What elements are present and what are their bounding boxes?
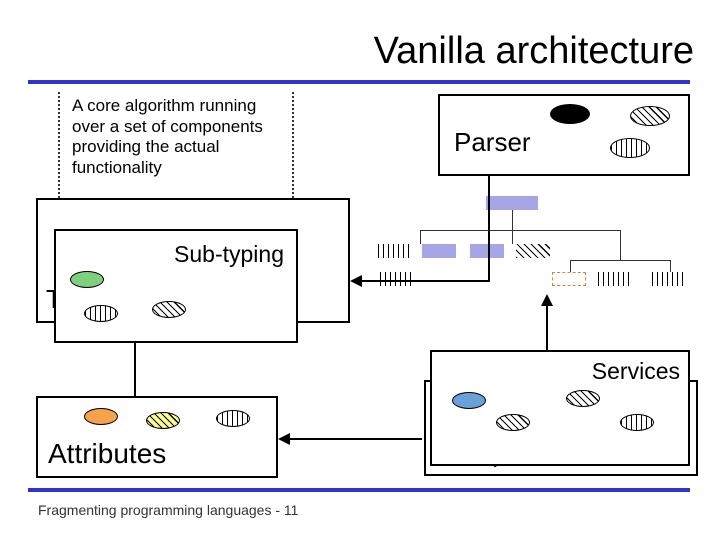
tree-node [470,244,504,258]
tree-node [378,244,412,258]
bean-icon [630,106,670,126]
description-text: A core algorithm running over a set of c… [72,96,282,179]
services-box: Services [430,350,690,466]
tree-node [486,196,538,210]
bean-icon [146,412,180,429]
attributes-label: Attributes [48,438,166,470]
bean-icon [70,271,104,288]
tree-node [598,272,632,286]
tree-node [380,272,414,286]
arrow-parser-to-typechecker [488,176,490,282]
footer-rule [28,488,690,492]
bean-icon [452,392,486,409]
arrow-head-icon [541,294,553,306]
bean-icon [84,305,118,322]
arrow-head-icon [278,433,290,445]
bean-icon [84,408,118,425]
callout-line-right [292,92,294,198]
parser-label: Parser [454,127,531,158]
services-label: Services [592,358,680,385]
arrow-parser-to-typechecker [352,280,490,282]
arrow-head-icon [350,275,362,287]
sub-typing-box: Sub-typing [54,229,298,343]
bean-icon [610,138,650,158]
tree-node [652,272,686,286]
tree-node [422,244,456,258]
footer-text: Fragmenting programming languages - 11 [38,502,298,518]
bean-icon [496,414,530,431]
bean-icon [216,410,250,427]
bean-icon [566,390,600,407]
callout-line-left [58,92,60,198]
sub-typing-label: Sub-typing [174,241,284,268]
bean-icon [620,414,654,431]
arrow-interpreter-to-attributes [280,438,422,440]
slide: Vanilla architecture A core algorithm ru… [0,0,720,540]
title-rule [28,80,690,84]
attributes-box: Attributes [36,396,278,478]
slide-title: Vanilla architecture [374,30,694,73]
tree-node [552,272,586,286]
bean-icon [550,104,590,124]
parser-box: Parser [438,94,690,176]
tree-node [516,244,550,258]
bean-icon [152,301,186,318]
